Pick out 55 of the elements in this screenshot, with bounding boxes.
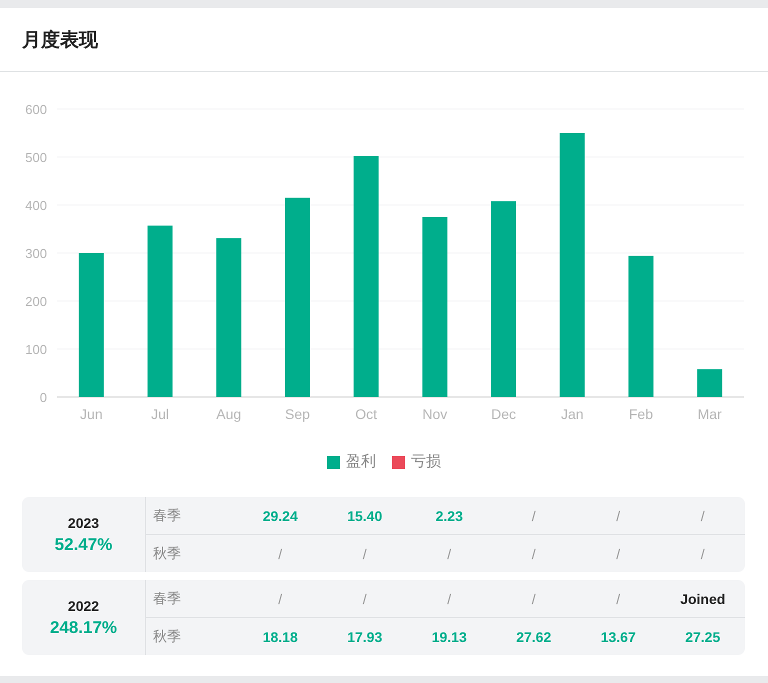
axis-label: Nov [422, 406, 448, 422]
table-cell: 27.62 [492, 617, 576, 655]
legend-label: 亏损 [411, 453, 441, 471]
legend-swatch [392, 456, 405, 468]
table-cell: 13.67 [576, 617, 660, 655]
year-label: 2023 [68, 514, 100, 530]
axis-label: Dec [491, 406, 516, 422]
table-cell-text: / [530, 590, 537, 608]
axis-label: 300 [25, 246, 47, 261]
table-cell: 27.25 [660, 617, 745, 655]
table-cell: 17.93 [322, 617, 407, 655]
year-label: 2022 [68, 598, 100, 614]
axis-label: 400 [25, 198, 47, 213]
table-cell-text: / [615, 590, 622, 608]
season-label: 春季 [152, 506, 182, 524]
table-cell-text: / [700, 506, 706, 526]
table-cell-text: 15.40 [346, 506, 384, 526]
legend-swatch [327, 456, 340, 468]
section-title: 月度表现 [22, 28, 98, 52]
table-cell-text: 2.23 [434, 506, 464, 526]
axis-label: Sep [285, 406, 310, 422]
axis-label: Oct [355, 406, 378, 422]
season-label: 秋季 [146, 534, 238, 572]
table-cell: / [576, 534, 660, 572]
axis-label: Mar [698, 406, 722, 422]
axis-label: Jan [560, 406, 584, 422]
axis-label: 200 [25, 294, 47, 309]
table-cell-text: / [530, 506, 537, 526]
table-cell: / [492, 534, 576, 572]
table-cell-text: / [615, 506, 622, 526]
table-cell: 18.18 [238, 617, 322, 655]
year-return: 248.17% [50, 618, 118, 638]
year-return: 52.47% [54, 534, 112, 554]
axis-label: Feb [628, 406, 654, 422]
table-cell: / [322, 534, 407, 572]
bar [697, 369, 722, 397]
table-cell: / [238, 534, 322, 572]
table-cell: / [660, 534, 745, 572]
axis-label: 0 [40, 390, 47, 405]
table-cell-text: Joined [679, 590, 726, 608]
table-cell-text: / [362, 590, 368, 608]
axis-label: Jun [80, 406, 103, 422]
legend-label: 盈利 [346, 453, 376, 471]
axis-label: 600 [25, 102, 47, 117]
axis-label: 500 [25, 150, 47, 165]
table-cell-text: / [277, 590, 284, 608]
axis-label: Aug [216, 406, 242, 422]
axis-label: Jul [151, 406, 169, 422]
axis-label: 100 [25, 342, 47, 357]
table-cell: / [407, 534, 492, 572]
season-label: 秋季 [146, 617, 238, 655]
season-label: 春季 [152, 588, 182, 608]
table-cell-text: 29.24 [262, 506, 299, 526]
table-cell: 19.13 [407, 617, 492, 655]
table-cell-text: / [446, 590, 452, 608]
